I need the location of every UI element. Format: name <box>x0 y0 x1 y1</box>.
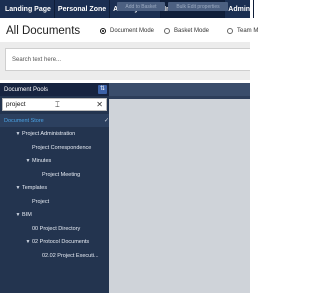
tab-admin[interactable]: Admin <box>225 0 255 18</box>
tree-item-label: 00 Project Directory <box>32 225 81 232</box>
tree-item-label: Project <box>32 198 50 205</box>
search-input[interactable]: Search text here... <box>5 48 250 71</box>
team-mode-radio[interactable]: Team M <box>227 28 258 34</box>
sort-icon[interactable]: ⇅ <box>98 85 107 94</box>
tree-item-label: Templates <box>22 185 48 191</box>
tree-item-label: 02.02 Project Executi... <box>42 252 99 259</box>
chevron-down-icon[interactable]: ▼ <box>24 158 32 164</box>
bulk-edit-button[interactable]: Bulk Edit properties <box>168 2 228 11</box>
radio-checked-icon[interactable] <box>100 28 106 34</box>
chevron-down-icon[interactable]: ▼ <box>14 131 22 137</box>
chevron-down-icon[interactable]: ▼ <box>14 185 22 191</box>
document-pools-panel: Document Pools ⇅ project ⌶ ✕ Document St… <box>0 83 113 293</box>
basket-mode-label: Basket Mode <box>174 28 210 34</box>
radio-unchecked-icon[interactable] <box>227 28 233 34</box>
tab-personal-zone[interactable]: Personal Zone <box>55 0 111 18</box>
basket-mode-radio[interactable]: Basket Mode <box>164 28 209 34</box>
radio-unchecked-icon[interactable] <box>164 28 170 34</box>
tree-item[interactable]: ▼ Templates <box>0 182 123 195</box>
tree-item[interactable]: Document Store ✓ <box>0 114 113 127</box>
search-area: Search text here... <box>0 42 250 80</box>
tree-item-label: BIM <box>22 212 32 218</box>
document-mode-radio[interactable]: Document Mode <box>100 28 154 34</box>
panel-title: Document Pools <box>4 86 49 93</box>
add-to-basket-button[interactable]: Add to Basket <box>117 2 165 11</box>
team-mode-label: Team M <box>237 28 259 34</box>
tree-item[interactable]: ▼ Project Administration <box>0 128 123 141</box>
tree-item-label: Minutes <box>32 158 52 164</box>
close-icon[interactable]: ✕ <box>96 99 103 111</box>
tree-item-label: Project Correspondence <box>32 144 92 151</box>
tree-item-label: Document Store <box>4 117 44 124</box>
document-mode-label: Document Mode <box>110 28 155 34</box>
tree-item-label: 02 Protocol Documents <box>32 239 90 245</box>
page-title: All Documents <box>6 25 81 37</box>
tree-item[interactable]: ▼ BIM <box>0 209 123 222</box>
pool-filter-value: project <box>6 101 26 108</box>
chevron-down-icon[interactable]: ▼ <box>14 212 22 218</box>
tab-landing-page[interactable]: Landing Page <box>0 0 55 18</box>
chevron-down-icon[interactable]: ▼ <box>24 239 32 245</box>
document-list-area <box>109 99 250 293</box>
pool-filter-input[interactable]: project ⌶ ✕ <box>2 98 107 111</box>
content-toolbar <box>109 83 250 96</box>
tree-item-label: Project Meeting <box>42 171 81 178</box>
tree-item-label: Project Administration <box>22 131 76 137</box>
text-cursor-icon: ⌶ <box>55 100 60 109</box>
panel-header: Document Pools ⇅ <box>0 83 109 96</box>
